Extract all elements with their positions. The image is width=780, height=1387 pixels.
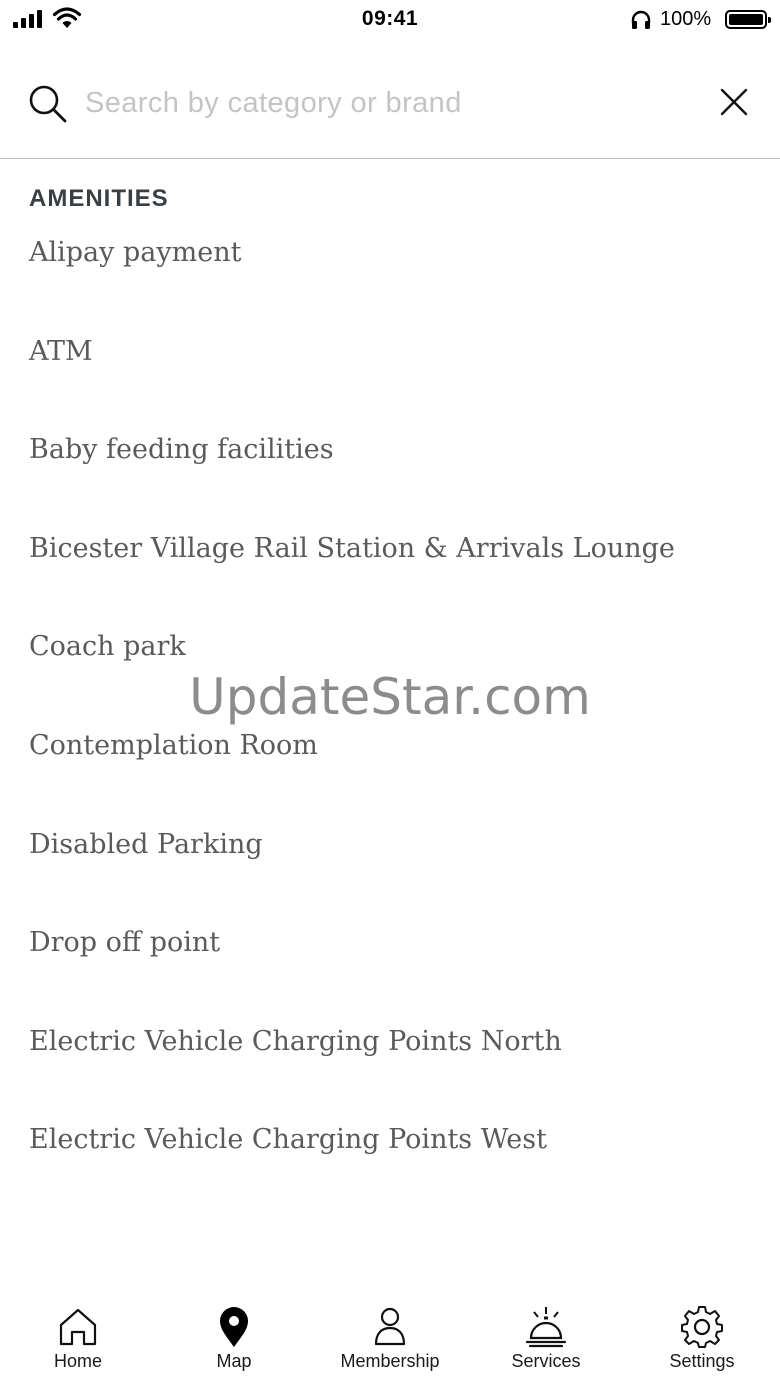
map-pin-icon <box>220 1307 248 1347</box>
list-item[interactable]: Disabled Parking <box>0 817 780 916</box>
tab-label: Home <box>53 1351 102 1371</box>
close-icon[interactable] <box>718 86 750 118</box>
list-item[interactable]: Electric Vehicle Charging Points West <box>0 1112 780 1211</box>
tab-label: Map <box>216 1351 252 1371</box>
search-input[interactable] <box>85 82 685 124</box>
search-icon <box>29 85 67 123</box>
tab-label: Services <box>511 1351 581 1371</box>
battery-percent: 100% <box>660 8 712 30</box>
list-item[interactable]: Electric Vehicle Charging Points North <box>0 1014 780 1113</box>
list-item[interactable]: ATM <box>0 324 780 423</box>
list-item[interactable]: Drop off point <box>0 915 780 1014</box>
section-heading: AMENITIES <box>29 185 169 212</box>
gear-icon <box>681 1306 723 1348</box>
amenity-list: Alipay payment ATM Baby feeding faciliti… <box>0 225 780 1211</box>
status-bar: 09:41 100% <box>0 0 780 40</box>
list-item[interactable]: Alipay payment <box>0 225 780 324</box>
home-icon <box>59 1308 97 1346</box>
headphones-icon <box>631 10 651 29</box>
concierge-bell-icon <box>525 1307 567 1348</box>
list-item[interactable]: Coach park <box>0 619 780 718</box>
list-item[interactable]: Contemplation Room <box>0 718 780 817</box>
tab-settings[interactable]: Settings <box>624 1295 780 1387</box>
person-icon <box>374 1307 406 1346</box>
bottom-tab-bar: Home Map Membership Services Settings <box>0 1295 780 1387</box>
tab-map[interactable]: Map <box>156 1295 312 1387</box>
battery-icon <box>725 10 771 29</box>
tab-label: Settings <box>669 1351 735 1371</box>
list-item[interactable]: Bicester Village Rail Station & Arrivals… <box>0 521 780 620</box>
list-item[interactable]: Baby feeding facilities <box>0 422 780 521</box>
tab-membership[interactable]: Membership <box>312 1295 468 1387</box>
tab-services[interactable]: Services <box>468 1295 624 1387</box>
search-bar <box>0 60 780 159</box>
tab-home[interactable]: Home <box>0 1295 156 1387</box>
tab-label: Membership <box>340 1351 440 1371</box>
